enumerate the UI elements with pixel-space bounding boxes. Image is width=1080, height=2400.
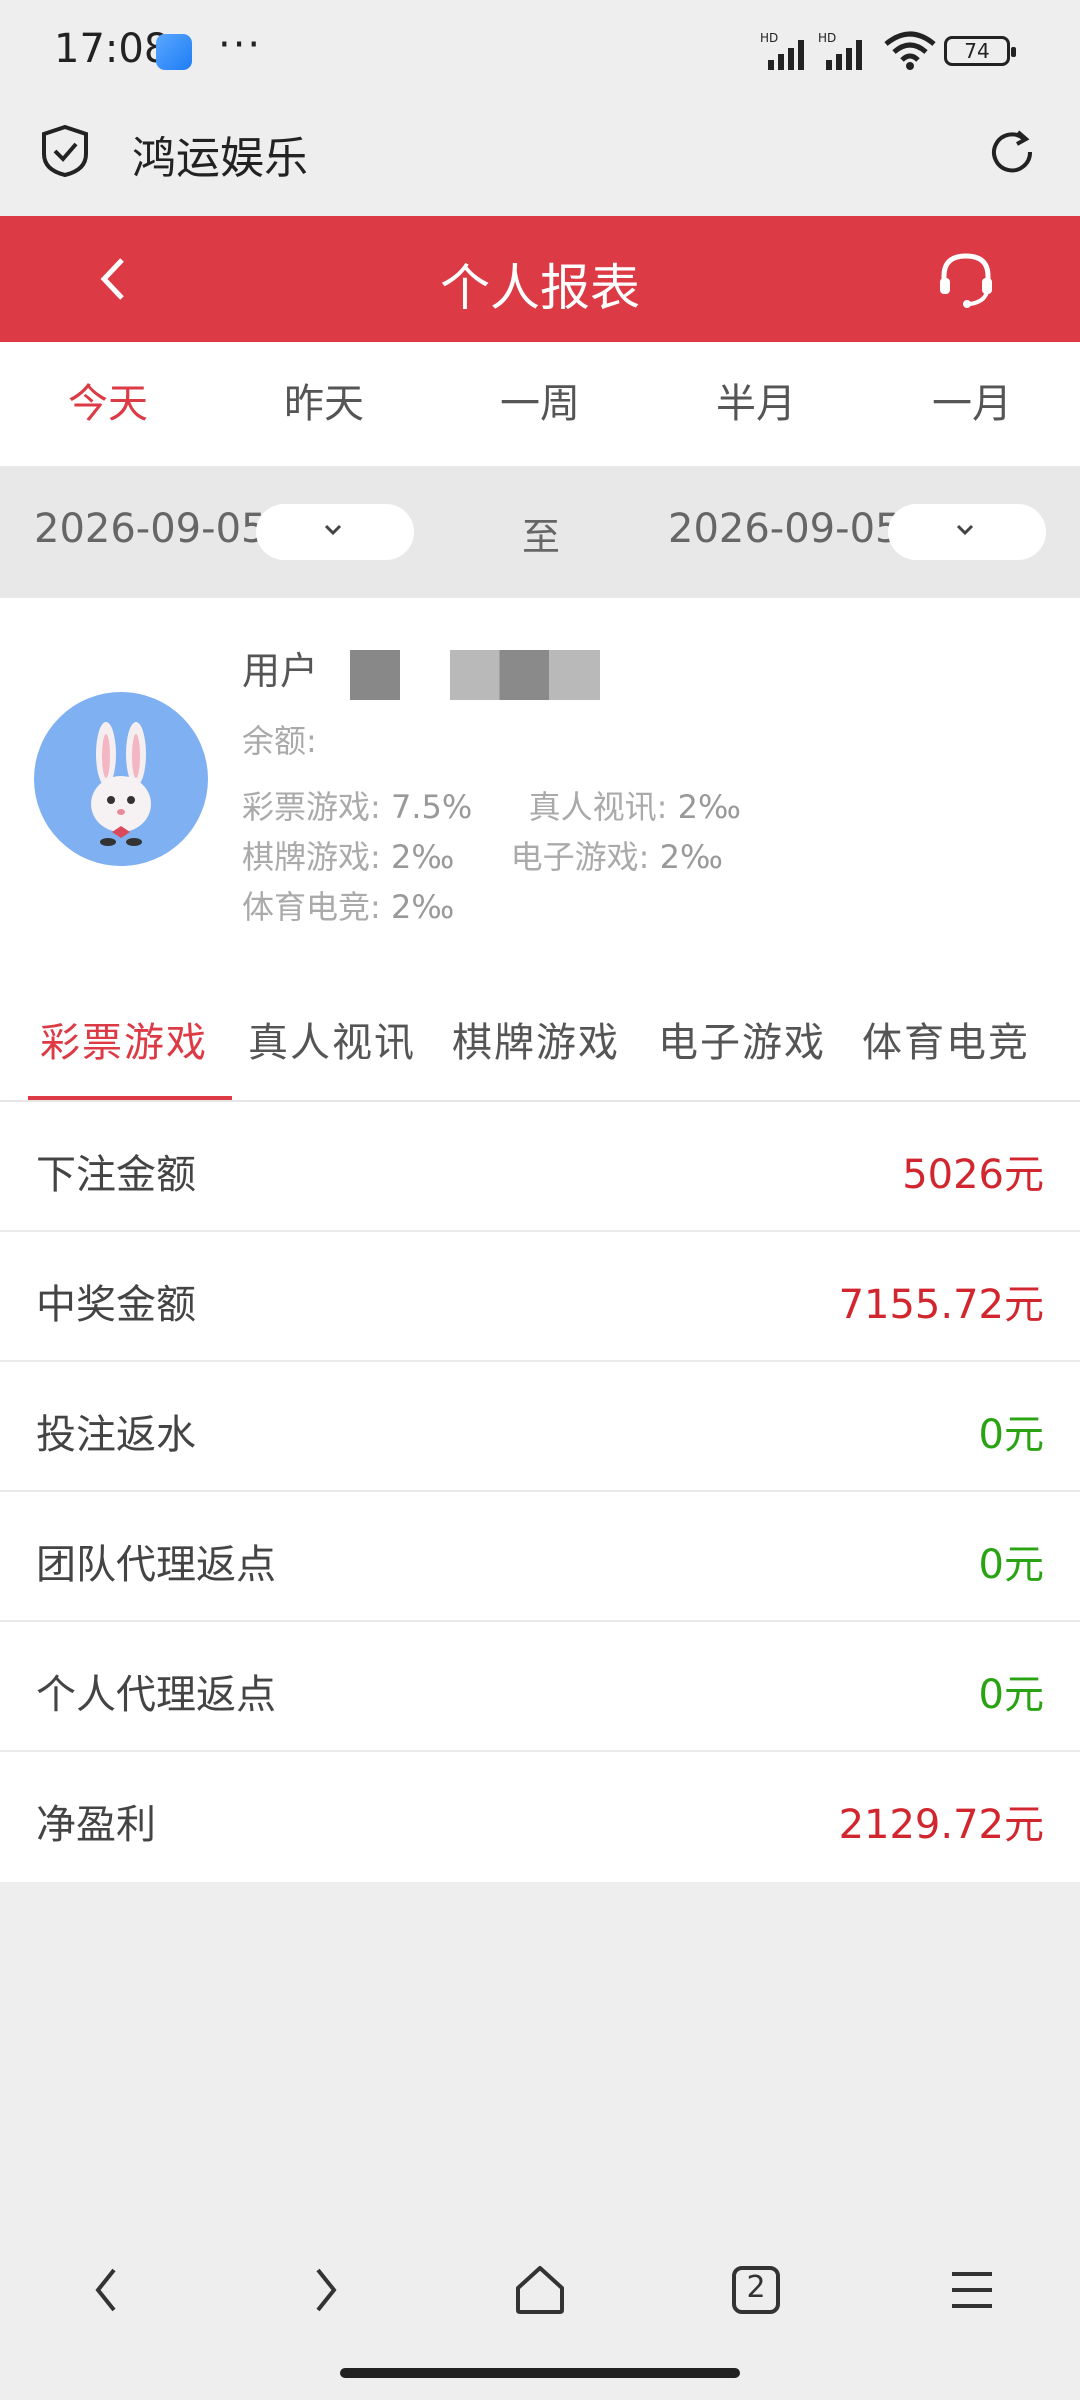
browser-tabs-button[interactable]: 2 <box>648 2240 864 2340</box>
tab-today[interactable]: 今天 <box>0 342 216 466</box>
svg-text:HD: HD <box>760 31 778 45</box>
balance-label: 余额: <box>242 722 317 760</box>
report-label: 下注金额 <box>36 1152 196 1198</box>
rate-line-2: 棋牌游戏: 2‰ 电子游戏: 2‰ <box>242 832 723 878</box>
battery-level: 74 <box>964 39 990 63</box>
rate-value: 7.5% <box>390 788 473 826</box>
start-date-dropdown[interactable] <box>256 504 414 560</box>
report-value: 0元 <box>978 1542 1044 1588</box>
menu-icon <box>952 2272 992 2308</box>
tab-yesterday[interactable]: 昨天 <box>216 342 432 466</box>
browser-toolbar: 鸿运娱乐 <box>0 100 1080 216</box>
browser-back-button[interactable] <box>0 2240 216 2340</box>
status-time: 17:08 <box>54 26 170 72</box>
tab-live-video[interactable]: 真人视讯 <box>248 1010 416 1068</box>
user-card: 用户 余额: 彩票游戏: 7.5% 真人视讯: 2‰ 棋牌游戏: 2‰ 电子游戏… <box>0 598 1080 972</box>
report-value: 0元 <box>978 1412 1044 1458</box>
tab-lottery[interactable]: 彩票游戏 <box>40 1010 208 1068</box>
tabs-count: 2 <box>746 2270 766 2305</box>
end-date-dropdown[interactable] <box>888 504 1046 560</box>
svg-text:HD: HD <box>818 31 836 45</box>
tab-month[interactable]: 一月 <box>864 342 1080 466</box>
security-shield-icon[interactable] <box>40 124 90 178</box>
app-notification-icon <box>156 34 192 70</box>
report-row: 中奖金额 7155.72元 <box>0 1232 1080 1362</box>
rate-value: 2‰ <box>390 888 455 926</box>
chevron-left-icon <box>95 2268 116 2312</box>
site-title: 鸿运娱乐 <box>132 133 308 184</box>
report-label: 团队代理返点 <box>36 1542 276 1588</box>
report-value: 5026元 <box>902 1152 1044 1198</box>
tab-electronic-games[interactable]: 电子游戏 <box>658 1010 826 1068</box>
tab-card-games[interactable]: 棋牌游戏 <box>452 1010 620 1068</box>
rate-value: 2‰ <box>677 788 741 826</box>
signal-icon: HD <box>818 31 862 70</box>
rate-label: 真人视讯: <box>528 788 668 826</box>
rate-label: 棋牌游戏: <box>242 838 381 876</box>
customer-service-icon[interactable] <box>934 248 998 312</box>
tab-week[interactable]: 一周 <box>432 342 648 466</box>
browser-forward-button[interactable] <box>216 2240 432 2340</box>
tab-sports-esports[interactable]: 体育电竞 <box>862 1010 1030 1068</box>
avatar <box>34 692 208 866</box>
browser-bottom-nav: 2 <box>0 2220 1080 2360</box>
redacted-block <box>350 650 400 700</box>
report-value: 7155.72元 <box>838 1282 1044 1328</box>
report-row: 下注金额 5026元 <box>0 1102 1080 1232</box>
report-list: 下注金额 5026元 中奖金额 7155.72元 投注返水 0元 团队代理返点 … <box>0 1102 1080 1882</box>
home-icon <box>516 2266 564 2314</box>
end-date[interactable]: 2026-09-05 <box>668 506 900 552</box>
status-bar: 17:08 ··· HD HD 74 <box>0 0 1080 100</box>
rate-line-3: 体育电竞: 2‰ <box>242 882 454 928</box>
signal-icon: HD <box>760 31 804 70</box>
rate-label: 体育电竞: <box>242 888 381 926</box>
battery-icon: 74 <box>944 36 1016 66</box>
rabbit-avatar-icon <box>91 722 151 846</box>
browser-home-button[interactable] <box>432 2240 648 2340</box>
username-label: 用户 <box>242 649 319 693</box>
more-notifications-icon: ··· <box>218 22 263 68</box>
date-range: 2026-09-05 至 2026-09-05 <box>0 466 1080 598</box>
rate-line-1: 彩票游戏: 7.5% 真人视讯: 2‰ <box>242 782 741 828</box>
browser-menu-button[interactable] <box>864 2240 1080 2340</box>
tab-half-month[interactable]: 半月 <box>648 342 864 466</box>
report-row: 投注返水 0元 <box>0 1362 1080 1492</box>
report-row: 净盈利 2129.72元 <box>0 1752 1080 1882</box>
period-tabs: 今天 昨天 一周 半月 一月 <box>0 342 1080 466</box>
start-date[interactable]: 2026-09-05 <box>34 506 266 552</box>
gesture-home-indicator[interactable] <box>340 2368 740 2378</box>
report-value: 2129.72元 <box>838 1802 1044 1848</box>
report-label: 个人代理返点 <box>36 1672 276 1718</box>
page-header: 个人报表 <box>0 216 1080 342</box>
report-row: 个人代理返点 0元 <box>0 1622 1080 1752</box>
rate-value: 2‰ <box>659 838 723 876</box>
report-label: 中奖金额 <box>36 1282 196 1328</box>
chevron-right-icon <box>316 2268 337 2312</box>
report-value: 0元 <box>978 1672 1044 1718</box>
report-label: 投注返水 <box>36 1412 196 1458</box>
wifi-icon <box>884 31 936 70</box>
report-row: 团队代理返点 0元 <box>0 1492 1080 1622</box>
rate-label: 电子游戏: <box>510 838 650 876</box>
report-label: 净盈利 <box>36 1802 156 1848</box>
date-separator: 至 <box>522 515 561 559</box>
chevron-down-icon <box>956 524 974 536</box>
redacted-block <box>450 650 600 700</box>
game-category-tabs: 彩票游戏 真人视讯 棋牌游戏 电子游戏 体育电竞 <box>0 972 1080 1102</box>
page-title: 个人报表 <box>440 259 640 317</box>
rate-label: 彩票游戏: <box>242 788 381 826</box>
rate-value: 2‰ <box>390 838 455 876</box>
reload-icon[interactable] <box>984 124 1040 180</box>
chevron-down-icon <box>324 524 342 536</box>
